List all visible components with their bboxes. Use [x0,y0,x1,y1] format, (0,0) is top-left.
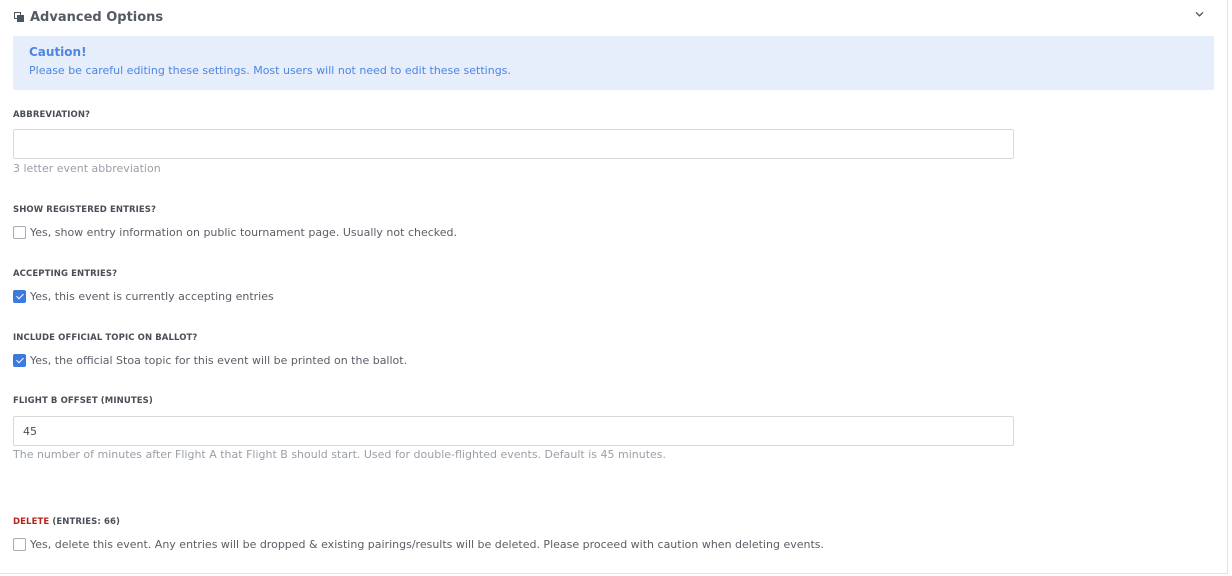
caution-title: Caution! [29,45,87,59]
show-registered-option[interactable]: Yes, show entry information on public to… [13,226,457,239]
flight-offset-label: FLIGHT B OFFSET (MINUTES) [13,396,153,406]
delete-label-entries: (ENTRIES: 66) [49,517,120,527]
abbreviation-help: 3 letter event abbreviation [13,162,161,175]
caution-text: Please be careful editing these settings… [29,64,511,77]
delete-label: DELETE (ENTRIES: 66) [13,517,120,527]
delete-event-checkbox-label: Yes, delete this event. Any entries will… [30,538,824,551]
advanced-options-panel: Advanced Options Caution! Please be care… [0,0,1228,574]
flight-offset-help: The number of minutes after Flight A tha… [13,448,667,461]
accepting-entries-checkbox[interactable] [13,290,26,303]
clone-icon [14,11,25,23]
chevron-down-icon[interactable] [1195,10,1204,19]
advanced-options-header[interactable]: Advanced Options [14,8,163,26]
accepting-entries-label: ACCEPTING ENTRIES? [13,269,118,279]
official-topic-checkbox-label: Yes, the official Stoa topic for this ev… [30,354,408,367]
accepting-entries-option[interactable]: Yes, this event is currently accepting e… [13,290,274,303]
delete-event-option[interactable]: Yes, delete this event. Any entries will… [13,538,824,551]
official-topic-checkbox[interactable] [13,354,26,367]
official-topic-option[interactable]: Yes, the official Stoa topic for this ev… [13,354,407,367]
show-registered-label: SHOW REGISTERED ENTRIES? [13,205,157,215]
abbreviation-label: ABBREVIATION? [13,110,91,120]
advanced-options-title: Advanced Options [30,9,164,25]
accepting-entries-checkbox-label: Yes, this event is currently accepting e… [30,290,274,303]
abbreviation-input[interactable] [13,129,1014,159]
delete-event-checkbox[interactable] [13,538,26,551]
show-registered-checkbox-label: Yes, show entry information on public to… [30,226,458,239]
delete-label-danger: DELETE [13,517,50,527]
caution-alert: Caution! Please be careful editing these… [13,36,1214,90]
official-topic-label: INCLUDE OFFICIAL TOPIC ON BALLOT? [13,333,198,343]
show-registered-checkbox[interactable] [13,226,26,239]
flight-offset-input[interactable] [13,416,1014,446]
